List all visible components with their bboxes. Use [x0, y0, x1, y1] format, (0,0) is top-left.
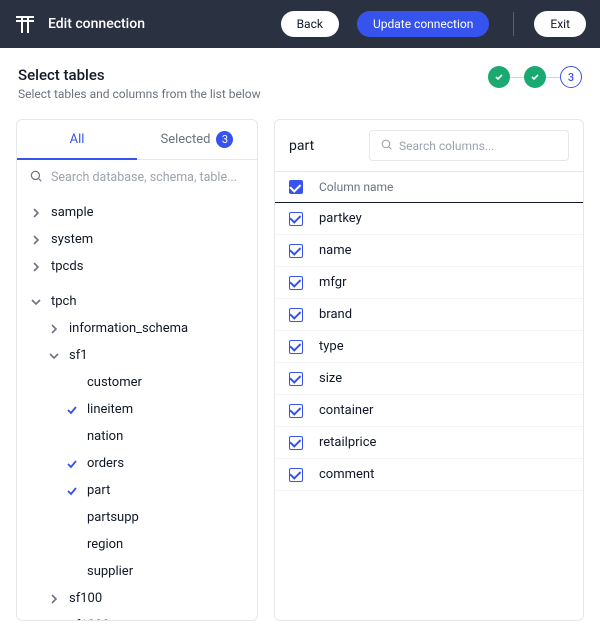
- tree-item-sf100[interactable]: sf100: [17, 585, 257, 612]
- tree-label: customer: [87, 375, 142, 390]
- column-name: partkey: [319, 211, 362, 226]
- column-checkbox[interactable]: [289, 276, 303, 290]
- check-icon: [65, 404, 79, 416]
- column-header-label: Column name: [319, 180, 393, 194]
- tree-item-lineitem[interactable]: lineitem: [17, 396, 257, 423]
- column-name: container: [319, 403, 373, 418]
- tree-item-part[interactable]: part: [17, 477, 257, 504]
- tree-label: system: [51, 232, 93, 247]
- step-3-current: 3: [560, 66, 582, 88]
- tree-item-supplier[interactable]: supplier: [17, 558, 257, 585]
- column-row-brand[interactable]: brand: [275, 299, 583, 331]
- tree-label: part: [87, 483, 110, 498]
- column-row-comment[interactable]: comment: [275, 459, 583, 491]
- column-checkbox[interactable]: [289, 436, 303, 450]
- section-title: Select tables: [18, 66, 261, 84]
- column-checkbox[interactable]: [289, 244, 303, 258]
- tree-item-orders[interactable]: orders: [17, 450, 257, 477]
- search-tables-input[interactable]: [51, 170, 245, 185]
- tree-item-system[interactable]: system: [17, 226, 257, 253]
- chevron-down-icon: [47, 351, 61, 361]
- divider: [513, 12, 514, 36]
- step-1-done: [488, 66, 510, 88]
- app-logo: [14, 13, 36, 35]
- tab-all[interactable]: All: [17, 120, 137, 160]
- update-connection-button[interactable]: Update connection: [357, 11, 489, 37]
- tree-item-sample[interactable]: sample: [17, 199, 257, 226]
- tree-item-sf1000[interactable]: sf1000: [17, 612, 257, 620]
- column-row-name[interactable]: name: [275, 235, 583, 267]
- tree-label: nation: [87, 429, 123, 444]
- chevron-right-icon: [47, 594, 61, 604]
- chevron-right-icon: [29, 235, 43, 245]
- column-name: comment: [319, 467, 374, 482]
- tree-item-region[interactable]: region: [17, 531, 257, 558]
- tables-panel: All Selected 3 sample system tpcds tpch info…: [16, 119, 258, 621]
- tree-item-customer[interactable]: customer: [17, 369, 257, 396]
- tree-label: lineitem: [87, 402, 133, 417]
- tree-label: sf1: [69, 348, 88, 363]
- tree-item-partsupp[interactable]: partsupp: [17, 504, 257, 531]
- column-row-retailprice[interactable]: retailprice: [275, 427, 583, 459]
- back-button[interactable]: Back: [281, 11, 339, 37]
- column-name: size: [319, 371, 342, 386]
- column-name: retailprice: [319, 435, 376, 450]
- tree-label: sf1000: [69, 618, 109, 620]
- tree-label: partsupp: [87, 510, 139, 525]
- columns-list: partkey name mfgr brand type size container ret…: [275, 203, 583, 620]
- column-row-size[interactable]: size: [275, 363, 583, 395]
- tree-item-sf1[interactable]: sf1: [17, 342, 257, 369]
- page-title: Edit connection: [48, 16, 269, 32]
- tree-item-tpch[interactable]: tpch: [17, 288, 257, 315]
- tab-selected[interactable]: Selected 3: [137, 120, 257, 159]
- step-2-done: [524, 66, 546, 88]
- stepper: 3: [488, 66, 582, 88]
- tree-label: sf100: [69, 591, 102, 606]
- chevron-down-icon: [29, 297, 43, 307]
- tree-item-tpcds[interactable]: tpcds: [17, 253, 257, 280]
- search-icon: [29, 168, 43, 187]
- column-name: brand: [319, 307, 352, 322]
- top-bar: Edit connection Back Update connection E…: [0, 0, 600, 48]
- tree-label: region: [87, 537, 123, 552]
- column-name: name: [319, 243, 352, 258]
- chevron-right-icon: [29, 262, 43, 272]
- selected-count-badge: 3: [216, 131, 233, 148]
- column-checkbox[interactable]: [289, 468, 303, 482]
- column-checkbox[interactable]: [289, 372, 303, 386]
- tree-item-information_schema[interactable]: information_schema: [17, 315, 257, 342]
- search-icon: [380, 136, 393, 155]
- chevron-right-icon: [29, 208, 43, 218]
- tree-label: supplier: [87, 564, 133, 579]
- column-checkbox[interactable]: [289, 212, 303, 226]
- column-row-mfgr[interactable]: mfgr: [275, 267, 583, 299]
- check-icon: [65, 458, 79, 470]
- search-columns-wrapper: [369, 130, 569, 161]
- tree-label: orders: [87, 456, 124, 471]
- current-table-name: part: [289, 138, 314, 154]
- column-checkbox[interactable]: [289, 308, 303, 322]
- column-row-partkey[interactable]: partkey: [275, 203, 583, 235]
- check-icon: [65, 485, 79, 497]
- column-name: type: [319, 339, 344, 354]
- column-checkbox[interactable]: [289, 340, 303, 354]
- tables-tree[interactable]: sample system tpcds tpch information_schemas…: [17, 195, 257, 620]
- column-name: mfgr: [319, 275, 346, 290]
- column-row-container[interactable]: container: [275, 395, 583, 427]
- tree-label: information_schema: [69, 321, 188, 336]
- tree-item-nation[interactable]: nation: [17, 423, 257, 450]
- search-columns-input[interactable]: [399, 139, 558, 153]
- tree-label: sample: [51, 205, 94, 220]
- column-checkbox[interactable]: [289, 404, 303, 418]
- chevron-right-icon: [47, 324, 61, 334]
- tree-label: tpcds: [51, 259, 83, 274]
- exit-button[interactable]: Exit: [534, 11, 586, 37]
- columns-panel: part Column name partkey name mfgr brand typ…: [274, 119, 584, 621]
- tree-label: tpch: [51, 294, 77, 309]
- select-all-columns-checkbox[interactable]: [289, 180, 303, 194]
- column-row-type[interactable]: type: [275, 331, 583, 363]
- section-subtitle: Select tables and columns from the list …: [18, 87, 261, 101]
